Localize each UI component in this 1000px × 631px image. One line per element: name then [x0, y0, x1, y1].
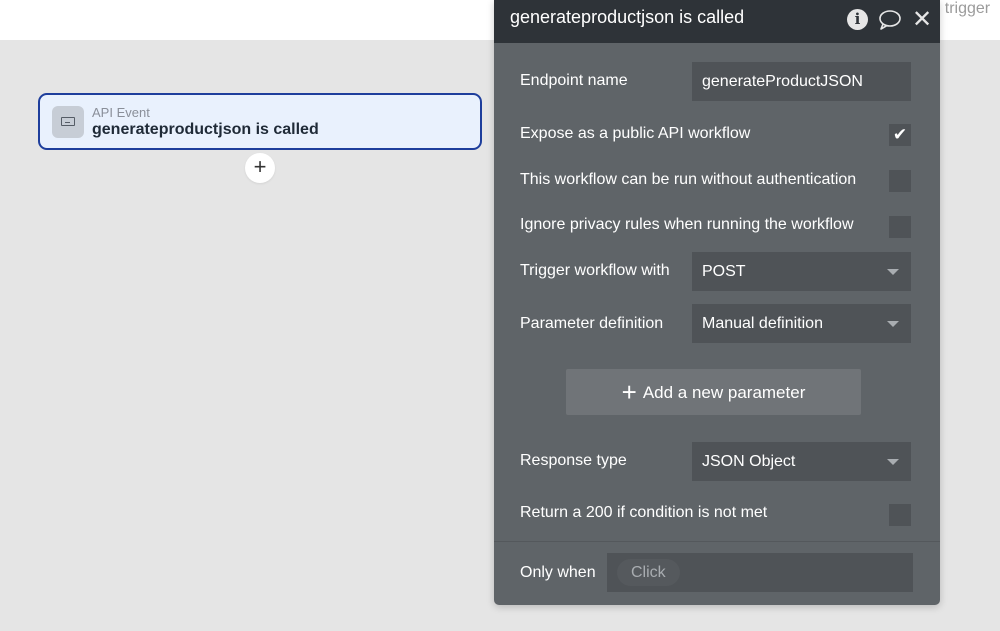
expose-public-checkbox[interactable]: ✔: [889, 124, 911, 146]
plus-icon: +: [621, 377, 637, 407]
parameter-definition-dropdown[interactable]: Manual definition: [692, 304, 911, 343]
response-type-value: JSON Object: [702, 453, 796, 470]
only-when-label: Only when: [520, 564, 596, 581]
chevron-down-icon: [887, 321, 899, 327]
divider: [494, 541, 940, 542]
return-200-checkbox[interactable]: [889, 504, 911, 526]
no-auth-label: This workflow can be run without authent…: [520, 171, 857, 188]
trigger-method-value: POST: [702, 263, 746, 280]
trigger-method-dropdown[interactable]: POST: [692, 252, 911, 291]
endpoint-name-label: Endpoint name: [520, 72, 628, 89]
api-event-icon: [52, 106, 84, 138]
only-when-condition-field[interactable]: Click: [607, 553, 913, 592]
chevron-down-icon: [887, 459, 899, 465]
response-type-label: Response type: [520, 452, 627, 469]
add-parameter-button[interactable]: + Add a new parameter: [566, 369, 861, 415]
event-properties-panel: generateproductjson is called i ✕ Endpoi…: [494, 0, 940, 605]
chevron-down-icon: [887, 269, 899, 275]
api-event-card[interactable]: API Event generateproductjson is called: [38, 93, 482, 150]
response-type-dropdown[interactable]: JSON Object: [692, 442, 911, 481]
event-name-label: generateproductjson is called: [92, 121, 319, 138]
parameter-definition-value: Manual definition: [702, 315, 823, 332]
close-icon[interactable]: ✕: [912, 8, 932, 32]
no-auth-checkbox[interactable]: [889, 170, 911, 192]
click-placeholder[interactable]: Click: [617, 559, 680, 586]
background-trigger-text: ) trigger: [935, 0, 991, 17]
trigger-method-label: Trigger workflow with: [520, 262, 670, 279]
panel-header: generateproductjson is called i ✕: [494, 0, 940, 43]
return-200-label: Return a 200 if condition is not met: [520, 504, 768, 521]
ignore-privacy-label: Ignore privacy rules when running the wo…: [520, 216, 854, 233]
event-type-label: API Event: [92, 105, 150, 120]
add-step-button[interactable]: +: [245, 153, 275, 183]
parameter-definition-label: Parameter definition: [520, 315, 664, 332]
panel-title: generateproductjson is called: [510, 7, 745, 27]
ignore-privacy-checkbox[interactable]: [889, 216, 911, 238]
comment-icon[interactable]: [878, 9, 902, 31]
info-icon[interactable]: i: [847, 9, 868, 30]
add-parameter-label: Add a new parameter: [642, 383, 806, 402]
endpoint-name-field[interactable]: generateProductJSON: [692, 62, 911, 101]
expose-public-label: Expose as a public API workflow: [520, 125, 751, 142]
